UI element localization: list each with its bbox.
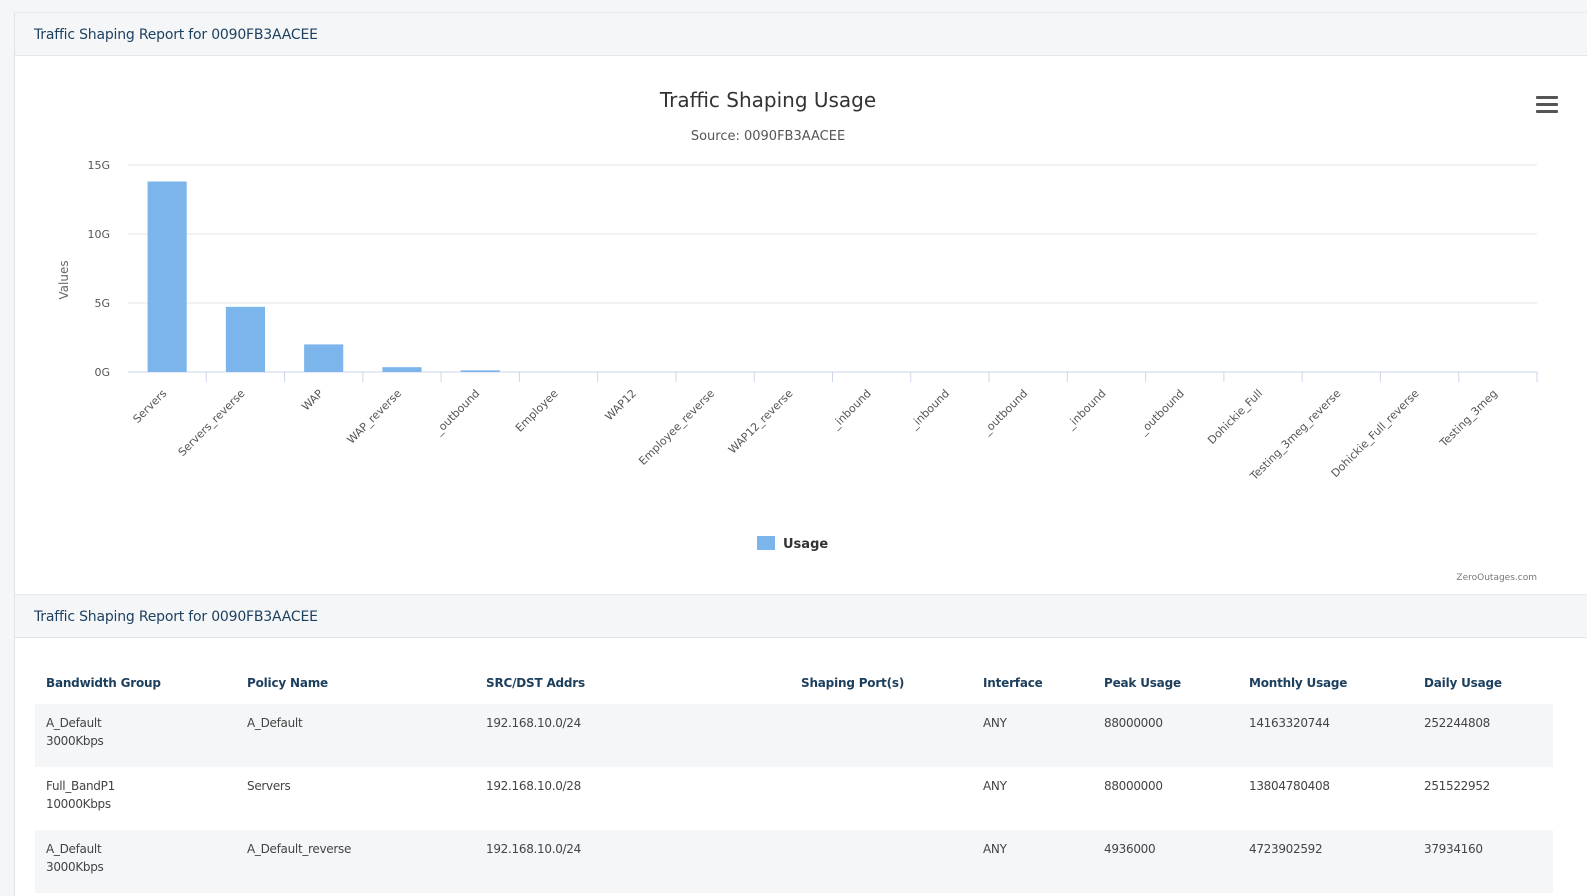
group-name: Full_BandP1 [46,779,115,793]
cell-group: A_Default 3000Kbps [35,830,236,893]
group-name: A_Default [46,842,102,856]
col-header[interactable]: Peak Usage [1093,662,1238,704]
table-panel: Traffic Shaping Report for 0090FB3AACEE … [14,594,1587,896]
cell-policy: A_Default [236,704,475,767]
cell-addrs: 192.168.10.0/24 [475,704,790,767]
x-tick-label: WAP12_reverse [726,387,796,457]
x-tick-label: _outbound [1136,387,1187,438]
table-row[interactable]: A_Default 3000Kbps A_Default 192.168.10.0… [35,704,1553,767]
cell-group: A_Default 3000Kbps [35,704,236,767]
cell-ports [790,830,972,893]
cell-peak: 4936000 [1093,830,1238,893]
x-tick-label: Dohickie_Full [1205,387,1265,447]
col-header[interactable]: SRC/DST Addrs [475,662,790,704]
chart-title: Traffic Shaping Usage [659,88,876,112]
chart-credits[interactable]: ZeroOutages.com [1456,573,1537,583]
usage-chart: Traffic Shaping Usage Source: 0090FB3AAC… [57,88,1538,583]
group-rate: 10000Kbps [46,797,111,811]
cell-daily: 251522952 [1424,779,1491,793]
x-tick-label: Testing_3meg [1437,387,1500,450]
x-tick-label: _inbound [828,387,873,432]
col-header[interactable]: Shaping Port(s) [790,662,972,704]
x-tick-label: Dohickie_Full_reverse [1329,387,1422,480]
cell-monthly: 4723902592 [1238,830,1413,893]
col-header[interactable]: Monthly Usage [1238,662,1413,704]
x-tick-label: Testing_3meg_reverse [1247,387,1344,484]
x-tick-label: Employee_reverse [636,387,717,468]
bar[interactable] [460,370,500,372]
x-tick-label: WAP_reverse [344,387,404,447]
panel-title: Traffic Shaping Report for 0090FB3AACEE [15,594,1587,638]
y-tick-label: 5G [94,297,110,310]
col-header[interactable]: Policy Name [236,662,475,704]
chart-panel: Traffic Shaping Report for 0090FB3AACEE … [14,12,1587,594]
y-tick-label: 15G [87,159,110,172]
y-axis-label: Values [57,260,71,299]
cell-addrs: 192.168.10.0/24 [475,830,790,893]
x-tick-label: _outbound [431,387,482,438]
cell-monthly: 14163320744 [1238,704,1413,767]
cell-peak: 88000000 [1104,779,1163,793]
bar[interactable] [147,181,187,372]
legend-label[interactable]: Usage [783,537,828,552]
cell-monthly: 13804780408 [1249,779,1330,793]
chart-subtitle: Source: 0090FB3AACEE [691,129,845,144]
bar[interactable] [382,367,422,372]
table-row[interactable]: A_Default 3000Kbps A_Default_reverse 192.… [35,830,1553,893]
x-tick-label: Servers_reverse [176,387,248,459]
shaping-table: Bandwidth Group Policy Name SRC/DST Addr… [35,662,1553,893]
cell-policy: Servers [247,779,291,793]
cell-interface: ANY [983,779,1007,793]
x-tick-label: WAP [299,387,326,414]
cell-interface: ANY [972,704,1093,767]
bar[interactable] [304,344,344,372]
y-tick-label: 10G [87,228,110,241]
group-rate: 3000Kbps [46,860,104,874]
cell-daily: 252244808 [1413,704,1553,767]
cell-ports [790,767,972,830]
x-tick-label: _outbound [979,387,1030,438]
group-rate: 3000Kbps [46,734,104,748]
col-header[interactable]: Bandwidth Group [35,662,236,704]
col-header[interactable]: Daily Usage [1413,662,1553,704]
cell-ports [790,704,972,767]
table-header-row: Bandwidth Group Policy Name SRC/DST Addr… [35,662,1553,704]
cell-daily: 37934160 [1413,830,1553,893]
cell-group: Full_BandP1 10000Kbps [35,767,236,830]
col-header[interactable]: Interface [972,662,1093,704]
x-tick-label: Employee [513,387,561,435]
group-name: A_Default [46,716,102,730]
y-tick-label: 0G [94,366,110,379]
x-tick-label: _inbound [907,387,952,432]
cell-addrs: 192.168.10.0/28 [486,779,581,793]
cell-policy: A_Default_reverse [236,830,475,893]
x-tick-label: Servers [131,387,170,426]
table-row[interactable]: Full_BandP1 10000Kbps Servers 192.168.10.… [35,767,1553,830]
panel-title: Traffic Shaping Report for 0090FB3AACEE [15,12,1587,56]
bar[interactable] [225,306,265,372]
cell-peak: 88000000 [1093,704,1238,767]
x-tick-label: WAP12 [603,387,639,423]
legend-swatch[interactable] [757,536,775,550]
x-tick-label: _inbound [1063,387,1108,432]
cell-interface: ANY [972,830,1093,893]
